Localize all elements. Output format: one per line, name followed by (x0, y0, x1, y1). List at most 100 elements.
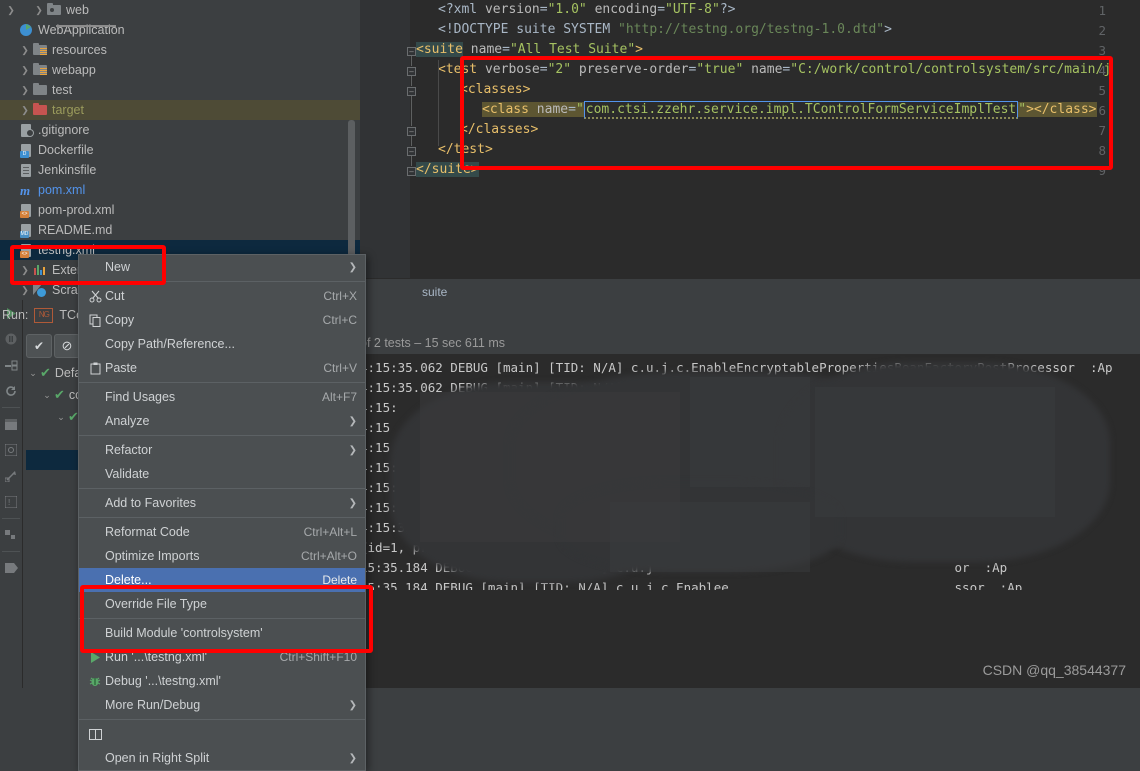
tree-item-label: pom-prod.xml (38, 203, 115, 217)
menu-item-label: Reformat Code (105, 525, 190, 539)
menu-item-label: Copy (105, 313, 135, 327)
excluded-folder-icon (32, 102, 48, 118)
menu-item-more-run-debug[interactable]: More Run/Debug ❯ (79, 693, 365, 717)
show-passed-icon[interactable]: ✔ (26, 334, 52, 358)
bookmarks-rail-icon[interactable] (0, 555, 22, 581)
fold-marker-minus[interactable]: – (407, 147, 416, 156)
menu-item-find-usages[interactable]: Find Usages Alt+F7 (79, 385, 365, 409)
selected-class-name[interactable]: com.ctsi.zzehr.service.impl.TControlForm… (583, 101, 1019, 119)
chevron-right-icon[interactable]: ❯ (4, 0, 18, 20)
menu-separator (79, 488, 365, 489)
refresh-rail-icon[interactable] (0, 378, 22, 404)
menu-item-override-file-type[interactable]: Override File Type (79, 592, 365, 616)
chevron-right-icon[interactable]: ❯ (18, 80, 32, 100)
tree-item-dockerfile[interactable]: D Dockerfile (0, 140, 360, 160)
chevron-right-icon: ❯ (348, 261, 357, 273)
menu-item-cut[interactable]: Cut Ctrl+X (79, 284, 365, 308)
code-line-6: <class name=" com.ctsi.zzehr.service.impl… (482, 101, 1097, 119)
chevron-down-icon[interactable]: ⌄ (26, 368, 40, 379)
tree-item-web[interactable]: ❯ ❯ web (0, 0, 360, 20)
editor-code-area[interactable]: <?xml version="1.0" encoding="UTF-8"?> <… (416, 0, 1140, 278)
fold-marker-minus[interactable]: – (407, 127, 416, 136)
tree-item-webapplication[interactable]: WebApplication (0, 20, 360, 40)
tree-item-target[interactable]: ❯ target (0, 100, 360, 120)
tree-item-label: Dockerfile (38, 143, 94, 157)
terminal-rail-icon[interactable] (0, 411, 22, 437)
coverage-rail-icon[interactable] (0, 437, 22, 463)
fold-marker-minus[interactable]: – (407, 67, 416, 76)
folder-icon (32, 82, 48, 98)
menu-separator (79, 719, 365, 720)
menu-item-build-module[interactable]: Build Module 'controlsystem' (79, 621, 365, 645)
left-tool-rail[interactable]: ! (0, 300, 23, 688)
tree-item-webapp[interactable]: ❯ webapp (0, 60, 360, 80)
menu-item-refactor[interactable]: Refactor ❯ (79, 438, 365, 462)
menu-item-label: Analyze (105, 414, 150, 428)
resources-folder-icon (32, 42, 48, 58)
chevron-right-icon: ❯ (348, 699, 357, 711)
chevron-right-icon[interactable]: ❯ (18, 100, 32, 120)
chevron-right-icon[interactable]: ❯ (18, 280, 32, 300)
structure-rail-icon[interactable] (0, 522, 22, 548)
git-rail-icon[interactable] (0, 463, 22, 489)
run-tab-underline (56, 25, 116, 27)
code-editor[interactable]: 1 2 3 4 5 6 7 8 9 – – – – – – <?xml vers… (360, 0, 1140, 278)
menu-item-paste[interactable]: Paste Ctrl+V (79, 356, 365, 380)
menu-item-reformat-code[interactable]: Reformat Code Ctrl+Alt+L (79, 520, 365, 544)
editor-breadcrumb-bar: suite (360, 278, 1140, 305)
chevron-down-icon[interactable]: ⌄ (40, 390, 54, 401)
pause-rail-icon[interactable] (0, 326, 22, 352)
menu-item-analyze[interactable]: Analyze ❯ (79, 409, 365, 433)
menu-item-debug-testng-xml[interactable]: Debug '...\testng.xml' (79, 669, 365, 693)
menu-item-add-to-favorites[interactable]: Add to Favorites ❯ (79, 491, 365, 515)
menu-item-copy-path-reference[interactable]: Copy Path/Reference... (79, 332, 365, 356)
menu-item-open-in[interactable]: Open in Right Split ❯ (79, 746, 365, 770)
pixelation-overlay (815, 387, 1055, 517)
menu-item-open-in-right-split[interactable] (79, 722, 365, 746)
menu-item-label: Override File Type (105, 597, 207, 611)
markdown-file-icon: MD (18, 222, 34, 238)
menu-item-shortcut: Ctrl+C (322, 313, 357, 327)
menu-item-label: New (105, 260, 131, 274)
context-menu[interactable]: New ❯ Cut Ctrl+X Copy Ctrl+C Copy Path/R… (78, 254, 366, 771)
chevron-right-icon[interactable]: ❯ (18, 260, 32, 280)
tree-item-label: .gitignore (38, 123, 90, 137)
hide-ignored-icon[interactable]: ⊘ (54, 334, 80, 358)
tree-item-pom-xml[interactable]: m pom.xml (0, 180, 360, 200)
code-line-5: <classes> (460, 82, 531, 97)
build-rail-icon[interactable] (0, 352, 22, 378)
fold-marker-minus[interactable]: – (407, 47, 416, 56)
chevron-right-icon[interactable]: ❯ (32, 0, 46, 20)
breadcrumb[interactable]: suite (422, 285, 447, 299)
tree-item-readme-md[interactable]: MD README.md (0, 220, 360, 240)
menu-item-label: Build Module 'controlsystem' (105, 626, 263, 640)
fold-marker-minus[interactable]: – (407, 87, 416, 96)
tree-item-resources[interactable]: ❯ resources (0, 40, 360, 60)
fold-marker-minus[interactable]: – (407, 167, 416, 176)
problems-rail-icon[interactable]: ! (0, 489, 22, 515)
menu-item-optimize-imports[interactable]: Optimize Imports Ctrl+Alt+O (79, 544, 365, 568)
project-tree-scrollbar[interactable] (348, 120, 355, 265)
menu-item-validate[interactable]: Validate (79, 462, 365, 486)
tree-item-test[interactable]: ❯ test (0, 80, 360, 100)
menu-item-copy[interactable]: Copy Ctrl+C (79, 308, 365, 332)
chevron-down-icon[interactable]: ⌄ (54, 412, 68, 423)
menu-item-label: Refactor (105, 443, 153, 457)
tree-item-gitignore[interactable]: .gitignore (0, 120, 360, 140)
chevron-right-icon[interactable]: ❯ (18, 60, 32, 80)
menu-item-shortcut: Delete (322, 573, 357, 587)
editor-gutter[interactable] (360, 0, 410, 278)
menu-item-label: Debug '...\testng.xml' (105, 674, 221, 688)
menu-item-delete[interactable]: Delete... Delete (79, 568, 365, 592)
run-console[interactable]: of 2 tests – 15 sec 611 ms 4:15:35.062 D… (360, 332, 1140, 688)
run-label: Run: (2, 308, 29, 322)
menu-item-new[interactable]: New ❯ (79, 255, 365, 279)
menu-item-run-testng-xml[interactable]: Run '...\testng.xml' Ctrl+Shift+F10 (79, 645, 365, 669)
tree-item-pom-prod-xml[interactable]: <> pom-prod.xml (0, 200, 360, 220)
tree-item-jenkinsfile[interactable]: Jenkinsfile (0, 160, 360, 180)
run-icon (85, 651, 105, 663)
menu-item-label: Open in Right Split (105, 751, 210, 765)
menu-item-shortcut: Ctrl+Alt+L (303, 525, 357, 539)
chevron-right-icon[interactable]: ❯ (18, 40, 32, 60)
cut-icon (85, 290, 105, 303)
